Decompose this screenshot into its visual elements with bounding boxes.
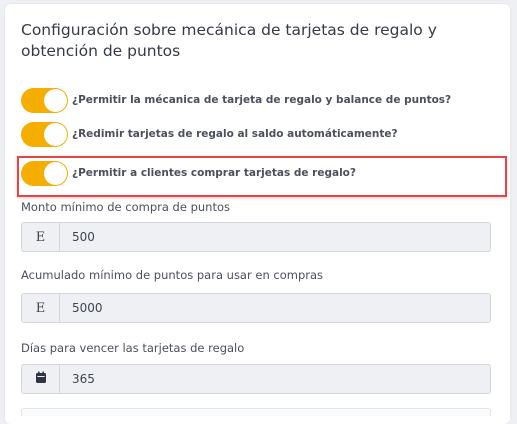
currency-addon: E <box>22 294 60 322</box>
settings-card: Configuración sobre mecánica de tarjetas… <box>5 4 510 424</box>
expiry-days-label: Días para vencer las tarjetas de regalo <box>21 341 245 355</box>
min-purchase-label: Monto mínimo de compra de puntos <box>21 200 230 214</box>
min-accumulated-input[interactable]: 5000 <box>60 294 490 322</box>
auto-redeem-label: ¿Redimir tarjetas de regalo al saldo aut… <box>72 128 398 140</box>
allow-mechanics-toggle[interactable] <box>21 87 68 113</box>
calendar-addon <box>22 365 60 393</box>
allow-mechanics-label: ¿Permitir la mécanica de tarjeta de rega… <box>72 94 452 106</box>
toggle-knob <box>44 122 67 146</box>
calendar-icon <box>35 371 47 388</box>
toggle-knob <box>44 88 67 112</box>
min-accumulated-label: Acumulado mínimo de puntos para usar en … <box>21 268 324 282</box>
currency-addon: E <box>22 223 60 251</box>
section-title: Configuración sobre mecánica de tarjetas… <box>21 21 437 60</box>
expiry-days-group: 365 <box>21 364 491 394</box>
toggle-row-allow-mechanics: ¿Permitir la mécanica de tarjeta de rega… <box>21 85 451 115</box>
toggle-row-auto-redeem: ¿Redimir tarjetas de regalo al saldo aut… <box>21 119 398 149</box>
min-purchase-group: E 500 <box>21 222 491 252</box>
min-purchase-input[interactable]: 500 <box>60 223 490 251</box>
auto-redeem-toggle[interactable] <box>21 121 68 147</box>
expiry-days-input[interactable]: 365 <box>60 365 490 393</box>
highlight-box <box>17 156 507 197</box>
next-section-edge <box>21 408 491 416</box>
min-accumulated-group: E 5000 <box>21 293 491 323</box>
